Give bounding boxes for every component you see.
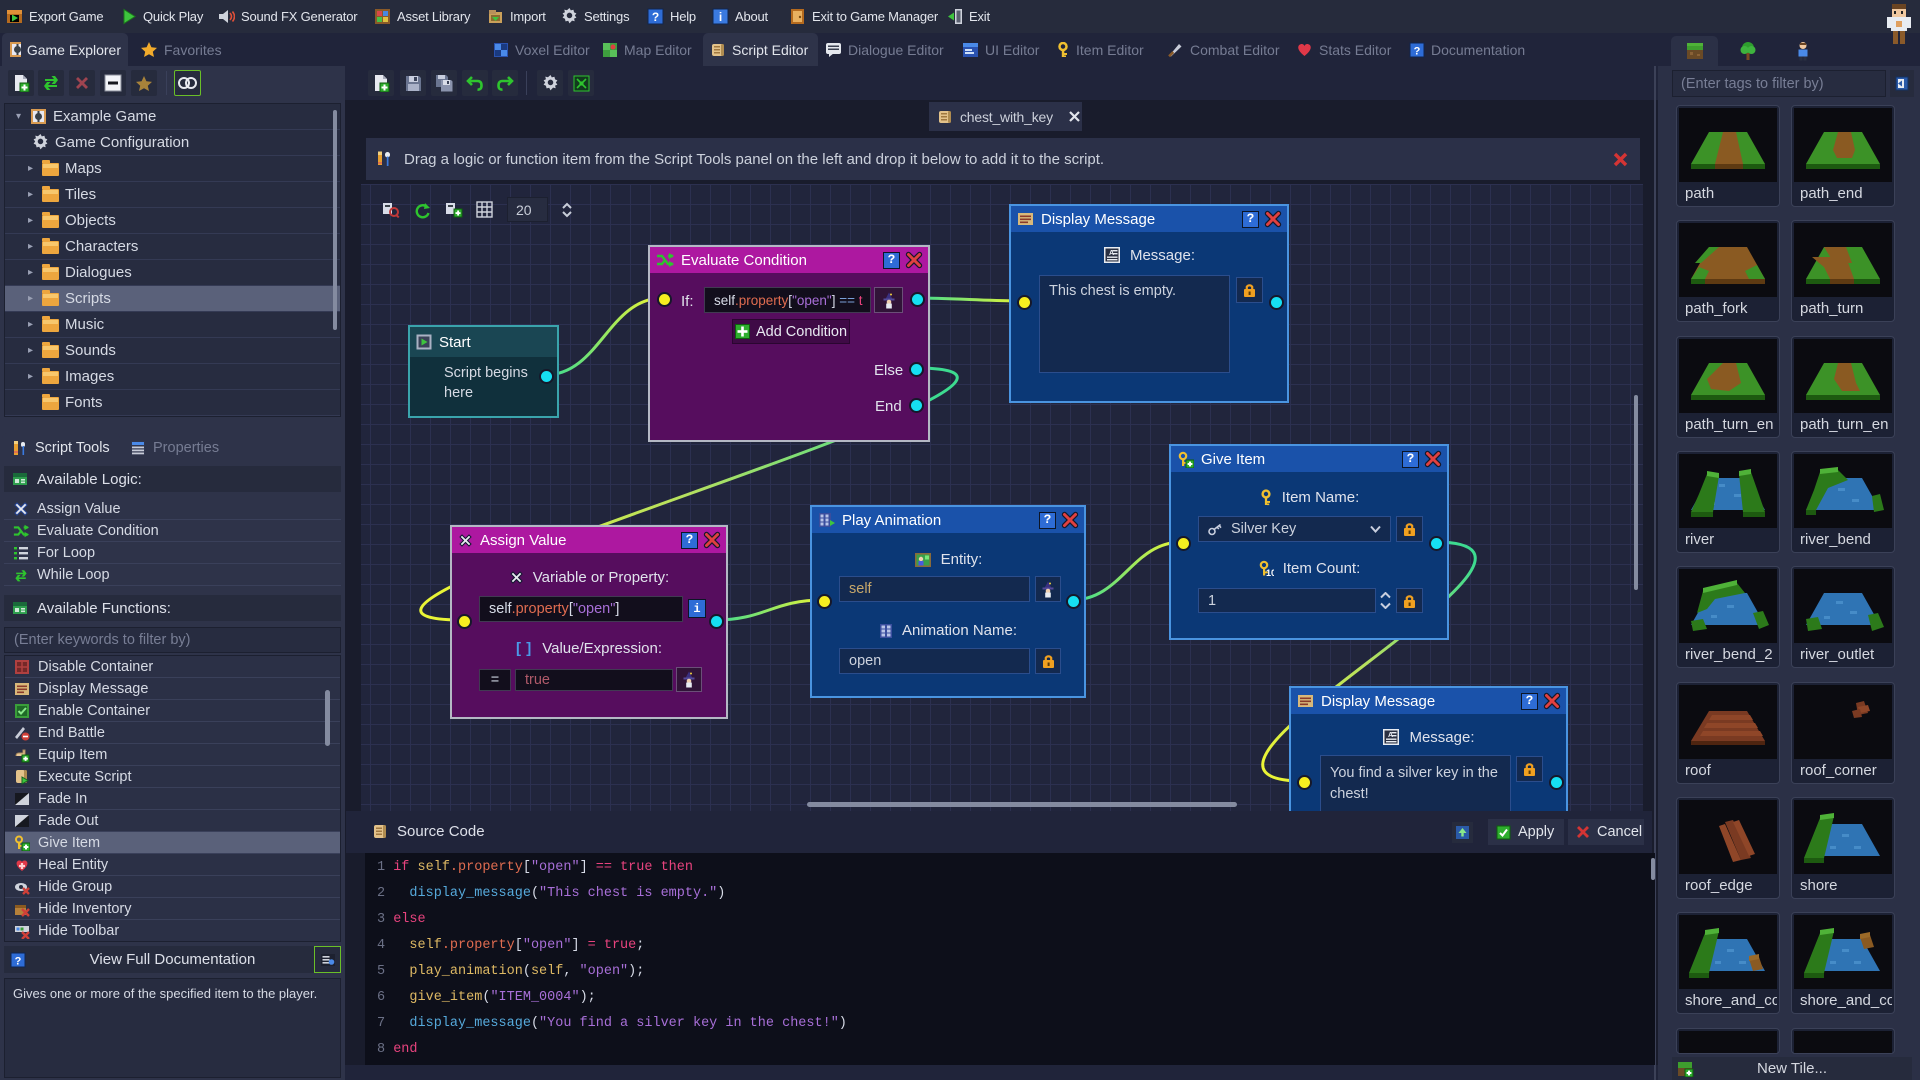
svg-text:i: i xyxy=(719,10,722,24)
svg-text:?: ? xyxy=(1414,45,1421,57)
svg-text:?: ? xyxy=(14,955,21,967)
svg-text:?: ? xyxy=(652,10,659,24)
